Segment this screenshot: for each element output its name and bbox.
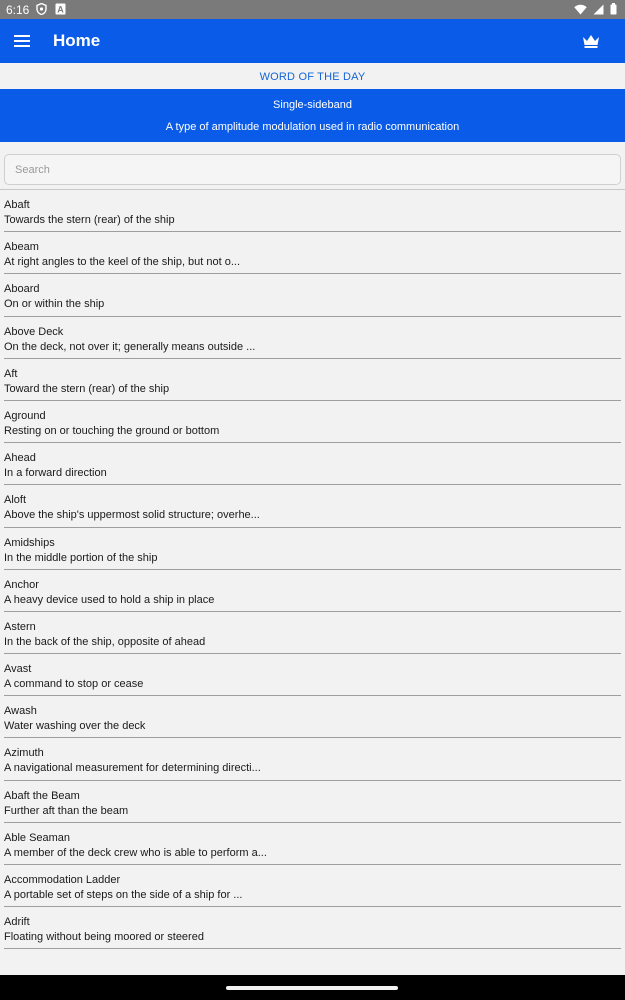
term-definition: Water washing over the deck	[4, 720, 146, 733]
list-item[interactable]: Adrift Floating without being moored or s…	[0, 907, 625, 950]
term-definition: A heavy device used to hold a ship in pl…	[4, 593, 215, 606]
term-title: Aft	[4, 367, 18, 380]
term-definition: Resting on or touching the ground or bot…	[4, 424, 220, 437]
page-title: Home	[53, 31, 101, 50]
list-item[interactable]: Aloft Above the ship's uppermost solid st…	[0, 485, 625, 528]
list-item[interactable]: Able Seaman A member of the deck crew who…	[0, 823, 625, 865]
list-item[interactable]: Aft Toward the stern (rear) of the ship	[0, 359, 625, 401]
term-definition: Floating without being moored or steered	[4, 931, 204, 944]
term-title: Aground	[4, 409, 46, 422]
system-navigation-bar	[0, 975, 625, 1000]
term-title: Amidships	[4, 536, 55, 549]
search-input[interactable]	[4, 154, 621, 185]
term-title: Awash	[4, 705, 37, 718]
term-definition: At right angles to the keel of the ship,…	[4, 256, 241, 269]
list-item[interactable]: Awash Water washing over the deck	[0, 696, 625, 739]
list-item[interactable]: Aboard On or within the ship	[0, 274, 625, 317]
list-item[interactable]: Abeam At right angles to the keel of the …	[0, 232, 625, 275]
word-of-the-day-word: Single-sideband	[273, 99, 352, 111]
term-definition: Further aft than the beam	[4, 804, 129, 817]
term-definition: A member of the deck crew who is able to…	[4, 846, 267, 859]
term-definition: Towards the stern (rear) of the ship	[4, 214, 175, 226]
term-title: Aloft	[4, 494, 27, 507]
hamburger-menu-icon[interactable]	[8, 27, 36, 55]
term-title: Astern	[4, 620, 36, 633]
term-title: Azimuth	[4, 747, 44, 760]
term-title: Abaft	[4, 199, 30, 211]
list-item[interactable]: Above Deck On the deck, not over it; gene…	[0, 317, 625, 359]
term-title: Abaft the Beam	[4, 789, 80, 802]
list-item[interactable]: Abaft Towards the stern (rear) of the shi…	[0, 190, 625, 233]
list-item[interactable]: Amidships In the middle portion of the sh…	[0, 528, 625, 570]
status-bar: 6:16 A	[0, 0, 625, 19]
divider	[4, 948, 621, 950]
term-definition: A command to stop or cease	[4, 678, 144, 691]
term-definition: In the middle portion of the ship	[4, 551, 158, 564]
term-title: Accommodation Ladder	[4, 874, 121, 886]
term-definition: A navigational measurement for determini…	[4, 762, 261, 775]
term-definition: On or within the ship	[4, 298, 105, 311]
list-item[interactable]: Avast A command to stop or cease	[0, 654, 625, 697]
term-title: Adrift	[4, 916, 30, 929]
word-of-the-day-header: WORD OF THE DAY	[0, 63, 625, 89]
list-item[interactable]: Aground Resting on or touching the ground…	[0, 401, 625, 444]
signal-icon	[593, 4, 604, 18]
term-definition: In a forward direction	[4, 467, 107, 480]
home-gesture-handle[interactable]	[226, 986, 398, 990]
svg-text:A: A	[57, 5, 64, 15]
term-definition: Toward the stern (rear) of the ship	[4, 382, 170, 395]
word-of-the-day-card[interactable]: Single-sideband A type of amplitude modu…	[0, 89, 625, 142]
term-list: Abaft Towards the stern (rear) of the shi…	[0, 190, 625, 950]
term-title: Aboard	[4, 283, 40, 296]
term-title: Above Deck	[4, 325, 64, 338]
term-title: Able Seaman	[4, 831, 71, 844]
term-definition: Above the ship's uppermost solid structu…	[4, 509, 260, 522]
shield-icon	[36, 2, 47, 16]
term-definition: A portable set of steps on the side of a…	[4, 889, 243, 901]
term-title: Abeam	[4, 241, 39, 254]
term-title: Anchor	[4, 578, 39, 591]
list-item[interactable]: Abaft the Beam Further aft than the beam	[0, 781, 625, 823]
term-title: Avast	[4, 663, 32, 676]
list-item[interactable]: Accommodation Ladder A portable set of st…	[0, 865, 625, 908]
battery-icon	[610, 3, 617, 18]
list-item[interactable]: Astern In the back of the ship, opposite …	[0, 612, 625, 655]
wifi-icon	[574, 4, 587, 18]
status-time: 6:16	[6, 3, 30, 17]
list-item[interactable]: Ahead In a forward direction	[0, 443, 625, 486]
app-bar: Home	[0, 19, 625, 63]
term-definition: In the back of the ship, opposite of ahe…	[4, 635, 206, 648]
a-badge-icon: A	[55, 3, 66, 15]
list-item[interactable]: Anchor A heavy device used to hold a ship…	[0, 570, 625, 612]
list-item[interactable]: Azimuth A navigational measurement for de…	[0, 738, 625, 781]
term-title: Ahead	[4, 452, 36, 465]
crown-icon[interactable]	[579, 29, 603, 53]
word-of-the-day-definition: A type of amplitude modulation used in r…	[165, 121, 460, 133]
term-definition: On the deck, not over it; generally mean…	[4, 340, 256, 353]
